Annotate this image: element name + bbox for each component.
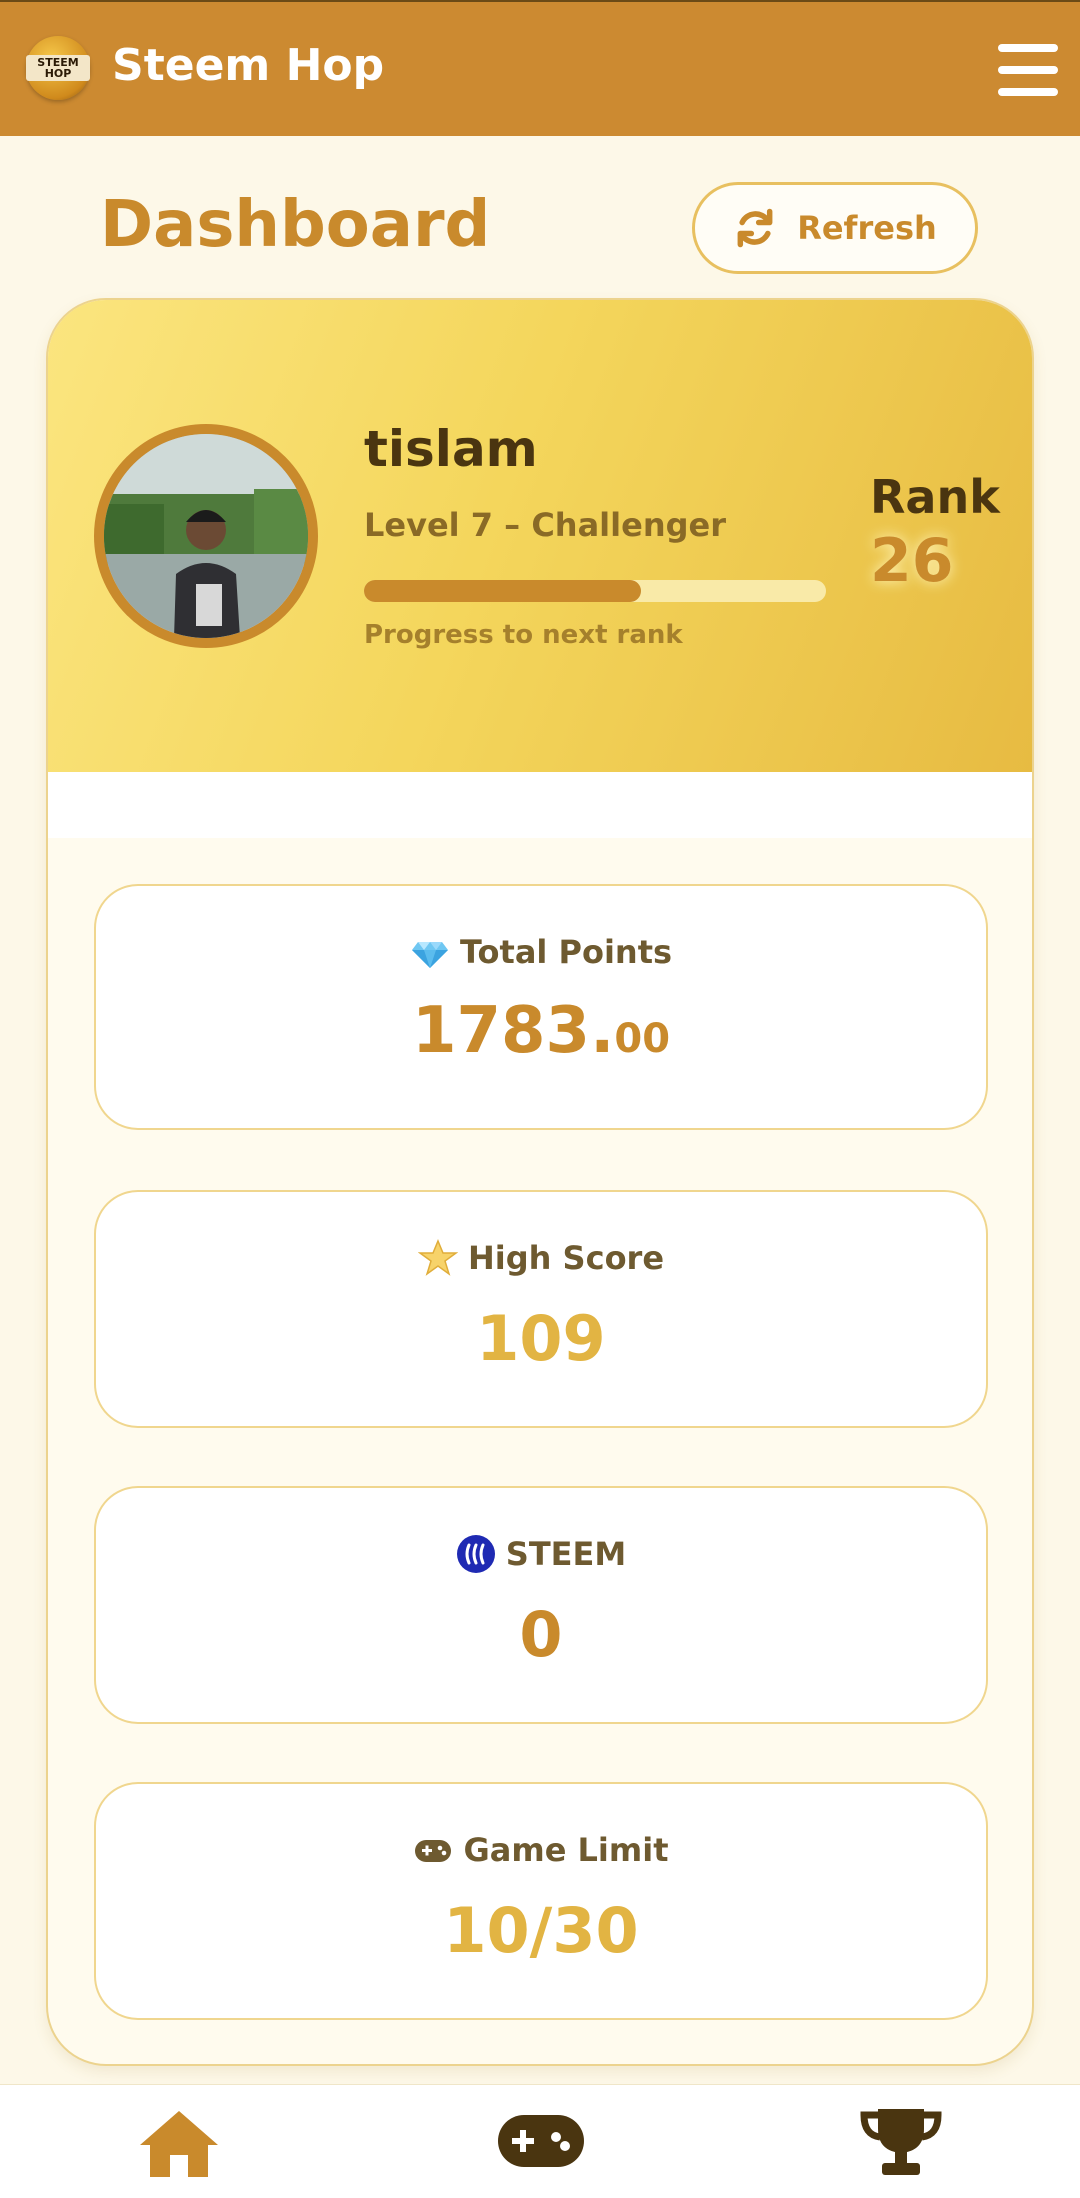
rank-label: Rank: [870, 470, 1000, 524]
star-icon: [417, 1239, 458, 1276]
nav-home[interactable]: [138, 2107, 220, 2183]
total-points-label: Total Points: [459, 933, 673, 971]
refresh-button[interactable]: Refresh: [692, 182, 978, 274]
rank-progress-fill: [364, 580, 642, 602]
steem-label: STEEM: [505, 1535, 627, 1573]
avatar-photo: [104, 434, 308, 638]
app-header: STEEM HOP Steem Hop: [0, 0, 1080, 136]
hamburger-menu-icon[interactable]: [998, 44, 1058, 96]
refresh-label: Refresh: [797, 209, 937, 247]
home-icon: [140, 2111, 218, 2177]
nav-leaderboard[interactable]: [860, 2105, 942, 2183]
steem-icon: [456, 1535, 495, 1573]
total-points-whole: 1783.: [411, 994, 615, 1068]
high-score-value: 109: [476, 1302, 606, 1375]
total-points-decimals: 00: [614, 1016, 671, 1062]
menu-line: [998, 88, 1058, 96]
high-score-label: High Score: [467, 1239, 665, 1277]
logo-text: STEEM HOP: [26, 55, 90, 81]
total-points-value: 1783.00: [96, 994, 986, 1068]
game-limit-value: 10/30: [443, 1894, 639, 1967]
username: tislam: [364, 420, 538, 478]
nav-games[interactable]: [496, 2111, 586, 2175]
progress-label: Progress to next rank: [364, 620, 683, 650]
high-score-header: High Score: [96, 1238, 986, 1278]
app-logo[interactable]: STEEM HOP: [26, 36, 90, 100]
game-limit-header: Game Limit: [96, 1830, 986, 1870]
game-limit-label: Game Limit: [463, 1831, 669, 1869]
avatar[interactable]: [94, 424, 318, 648]
dashboard-card: tislam Level 7 – Challenger Progress to …: [46, 298, 1034, 2066]
steem-card: STEEM 0: [94, 1486, 988, 1724]
steem-value: 0: [519, 1598, 563, 1671]
trophy-icon: [860, 2109, 942, 2175]
gamepad-icon: [498, 2115, 584, 2167]
gem-icon: [411, 942, 448, 968]
page-title: Dashboard: [100, 188, 491, 262]
menu-line: [998, 44, 1058, 52]
total-points-card: Total Points 1783.00: [94, 884, 988, 1130]
profile-banner: tislam Level 7 – Challenger Progress to …: [48, 300, 1032, 772]
gamepad-icon: [415, 1840, 452, 1862]
refresh-icon: [737, 208, 773, 248]
rank-progress-bar: [364, 580, 826, 602]
app-title: Steem Hop: [112, 40, 385, 91]
bottom-nav: [0, 2084, 1080, 2198]
steem-header: STEEM: [96, 1534, 986, 1574]
menu-line: [998, 66, 1058, 74]
player-level: Level 7 – Challenger: [364, 506, 726, 544]
high-score-card: High Score 109: [94, 1190, 988, 1428]
total-points-header: Total Points: [96, 932, 986, 972]
banner-divider: [48, 772, 1032, 838]
game-limit-card: Game Limit 10/30: [94, 1782, 988, 2020]
rank-value: 26: [870, 526, 954, 596]
